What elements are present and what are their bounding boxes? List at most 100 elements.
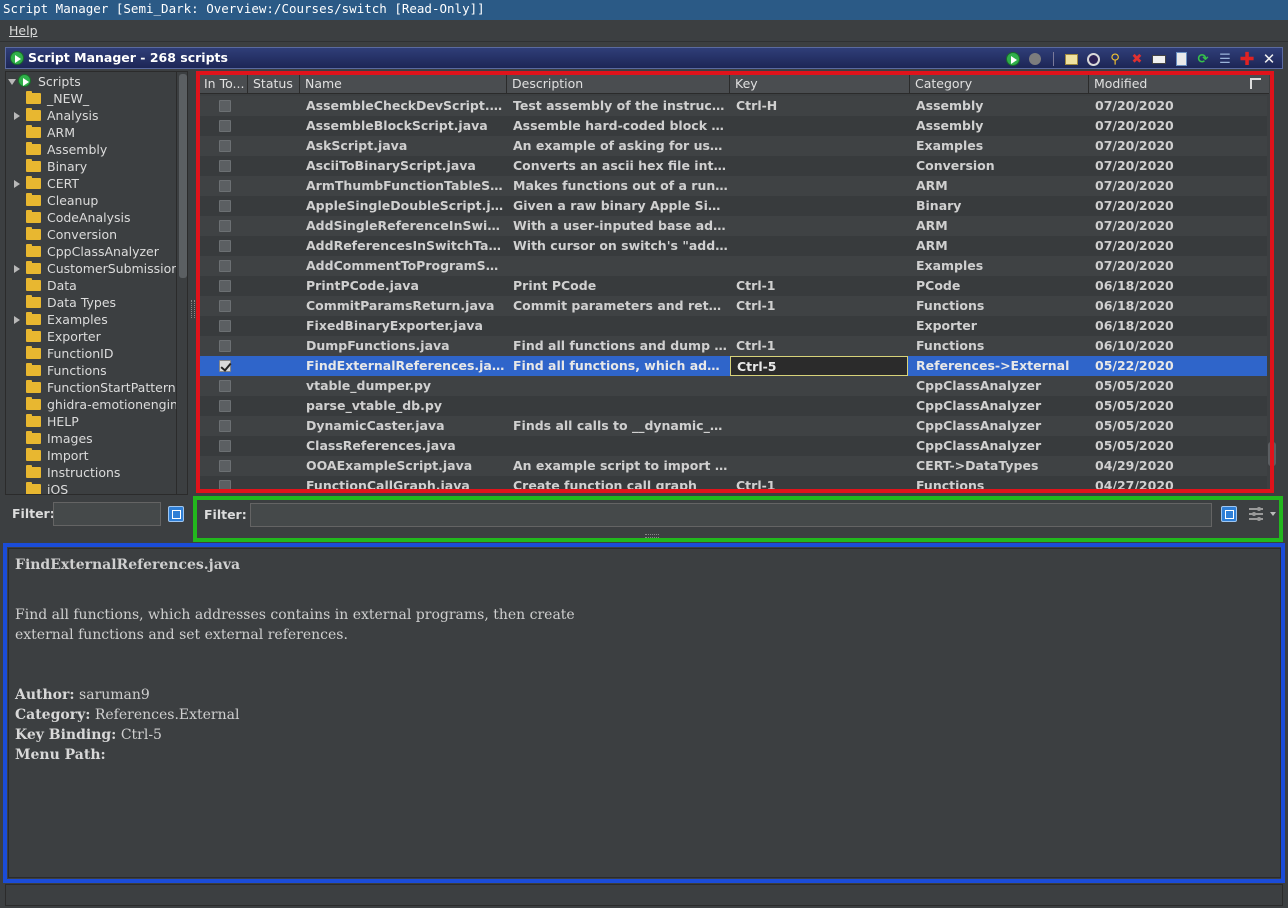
in-toolbar-checkbox[interactable] [219,360,231,372]
run-script-icon[interactable] [1004,50,1022,68]
assign-key-binding-icon[interactable]: ⚲ [1106,50,1124,68]
table-row[interactable]: FixedBinaryExporter.java Exporter 06/18/20… [199,316,1267,336]
table-row[interactable]: FunctionCallGraph.java Create function ca… [199,476,1267,490]
in-toolbar-checkbox[interactable] [219,420,231,432]
category-tree[interactable]: Scripts _NEW_ Analysis ARM Assembly Binary CE… [5,71,188,495]
cell-description: Find all functions, which address... [513,358,728,373]
table-row[interactable]: AskScript.java An example of asking for u… [199,136,1267,156]
in-toolbar-checkbox[interactable] [219,160,231,172]
in-toolbar-checkbox[interactable] [219,480,231,490]
in-toolbar-checkbox[interactable] [219,460,231,472]
delete-script-icon[interactable]: ✖ [1128,50,1146,68]
column-header-category[interactable]: Category [910,74,1089,94]
in-toolbar-checkbox[interactable] [219,220,231,232]
rename-script-icon[interactable] [1150,50,1168,68]
cell-status [248,416,298,436]
in-toolbar-checkbox[interactable] [219,100,231,112]
in-toolbar-checkbox[interactable] [219,280,231,292]
filter-options-icon[interactable] [1247,505,1269,521]
cell-status [248,296,298,316]
tree-item-label: CustomerSubmission [47,261,180,276]
column-header-modified[interactable]: Modified [1089,74,1267,94]
in-toolbar-checkbox[interactable] [219,320,231,332]
refresh-icon[interactable]: ⟳ [1194,50,1212,68]
expand-icon[interactable] [14,112,20,120]
script-filter-clear-icon[interactable] [1221,506,1237,522]
table-row[interactable]: parse_vtable_db.py CppClassAnalyzer 05/05/… [199,396,1267,416]
table-row[interactable]: CommitParamsReturn.java Commit parameters… [199,296,1267,316]
in-toolbar-checkbox[interactable] [219,440,231,452]
expand-icon[interactable] [14,316,20,324]
edit-with-eclipse-icon[interactable] [1084,50,1102,68]
table-row[interactable]: OOAExampleScript.java An example script t… [199,456,1267,476]
create-new-script-icon[interactable] [1172,50,1190,68]
menu-help[interactable]: Help [0,20,47,41]
collapse-icon[interactable] [8,79,16,85]
table-row[interactable]: AddReferencesInSwitchTable.j... With curs… [199,236,1267,256]
table-row[interactable]: AssembleCheckDevScript.java Test assembly… [199,96,1267,116]
folder-icon [26,125,41,138]
column-header-in-toolbar[interactable]: In To... [199,74,248,94]
table-row[interactable]: ArmThumbFunctionTableScrip... Makes funct… [199,176,1267,196]
column-header-description[interactable]: Description [507,74,730,94]
cell-modified: 07/20/2020 [1095,138,1174,153]
in-toolbar-checkbox[interactable] [219,240,231,252]
cell-key [730,396,908,416]
folder-icon [26,414,41,427]
in-toolbar-checkbox[interactable] [219,400,231,412]
table-row[interactable]: vtable_dumper.py CppClassAnalyzer 05/05/20… [199,376,1267,396]
category-filter-input[interactable] [53,502,161,526]
cell-modified: 06/18/2020 [1095,318,1174,333]
edit-script-icon[interactable] [1062,50,1080,68]
cell-description [507,396,728,416]
expand-icon[interactable] [14,180,20,188]
table-row[interactable]: AssembleBlockScript.java Assemble hard-co… [199,116,1267,136]
script-directories-icon[interactable]: ☰ [1216,50,1234,68]
run-last-script-icon[interactable] [1026,50,1044,68]
column-header-key[interactable]: Key [730,74,910,94]
tree-scrollbar-thumb[interactable] [179,74,187,278]
table-row[interactable]: AddSingleReferenceInSwitchT... With a use… [199,216,1267,236]
in-toolbar-checkbox[interactable] [219,120,231,132]
table-row[interactable]: ClassReferences.java CppClassAnalyzer 05/0… [199,436,1267,456]
toolbar-separator [1048,50,1058,68]
in-toolbar-checkbox[interactable] [219,200,231,212]
column-header-status[interactable]: Status [248,74,300,94]
cell-key [730,176,908,196]
in-toolbar-checkbox[interactable] [219,140,231,152]
in-toolbar-checkbox[interactable] [219,260,231,272]
horizontal-split-handle[interactable] [645,534,659,538]
cell-modified: 06/18/2020 [1095,278,1174,293]
filter-options-dropdown-icon[interactable] [1270,512,1276,516]
column-header-name[interactable]: Name [300,74,507,94]
script-filter-input[interactable] [250,503,1212,527]
expand-icon[interactable] [14,265,20,273]
column-settings-icon[interactable] [1250,78,1261,89]
in-toolbar-checkbox[interactable] [219,300,231,312]
close-icon[interactable]: ✕ [1260,50,1278,68]
table-row[interactable]: FindExternalReferences.java Find all func… [199,356,1267,376]
folder-icon [26,278,41,291]
cell-description: Makes functions out of a run of se... [513,178,728,193]
cell-name: FindExternalReferences.java [306,358,505,373]
table-row[interactable]: DynamicCaster.java Finds all calls to __d… [199,416,1267,436]
category-filter-clear-icon[interactable] [168,506,184,522]
folder-icon [26,448,41,461]
in-toolbar-checkbox[interactable] [219,180,231,192]
in-toolbar-checkbox[interactable] [219,340,231,352]
vertical-split-handle[interactable] [191,300,195,318]
cell-key: Ctrl-1 [736,298,776,313]
table-row[interactable]: AddCommentToProgramScript.... Examples 07/… [199,256,1267,276]
table-scrollbar-thumb[interactable] [1268,442,1276,466]
cell-status [248,136,298,156]
in-toolbar-checkbox[interactable] [219,380,231,392]
table-row[interactable]: AppleSingleDoubleScript.java Given a raw … [199,196,1267,216]
help-icon[interactable]: ✚ [1238,49,1256,70]
table-row[interactable]: PrintPCode.java Print PCode Ctrl-1 PCode 06/… [199,276,1267,296]
table-row[interactable]: AsciiToBinaryScript.java Converts an asci… [199,156,1267,176]
cell-key [730,436,908,456]
tree-scrollbar[interactable] [176,72,187,494]
table-row[interactable]: DumpFunctions.java Find all functions and… [199,336,1267,356]
script-table[interactable]: In To... Status Name Description Key Cat… [199,74,1269,490]
tree-item-label: CodeAnalysis [47,210,131,225]
